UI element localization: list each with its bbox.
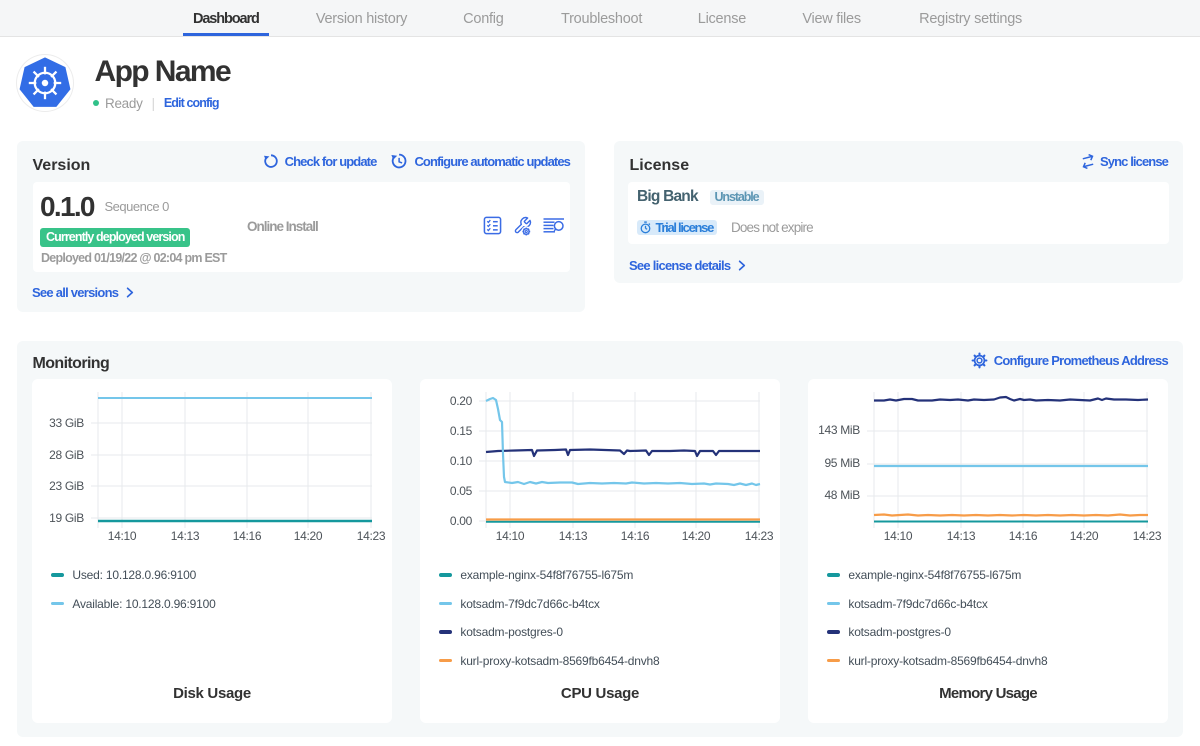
svg-text:33 GiB: 33 GiB: [49, 416, 84, 430]
svg-text:28 GiB: 28 GiB: [49, 448, 84, 462]
svg-text:14:10: 14:10: [496, 529, 525, 543]
svg-text:19 GiB: 19 GiB: [49, 511, 84, 525]
svg-text:143 MiB: 143 MiB: [818, 423, 860, 437]
svg-text:14:16: 14:16: [233, 529, 262, 543]
svg-text:14:23: 14:23: [1133, 529, 1161, 543]
svg-text:48 MiB: 48 MiB: [824, 488, 860, 502]
svg-text:14:10: 14:10: [108, 529, 137, 543]
svg-text:14:20: 14:20: [682, 529, 711, 543]
svg-text:23 GiB: 23 GiB: [49, 479, 84, 493]
svg-text:14:10: 14:10: [884, 529, 913, 543]
svg-text:14:23: 14:23: [357, 529, 385, 543]
svg-text:95 MiB: 95 MiB: [824, 456, 860, 470]
svg-text:14:13: 14:13: [947, 529, 976, 543]
svg-text:0.20: 0.20: [450, 394, 473, 408]
svg-text:0.10: 0.10: [450, 454, 473, 468]
svg-text:0.00: 0.00: [450, 514, 473, 528]
svg-text:0.15: 0.15: [450, 424, 473, 438]
svg-text:14:20: 14:20: [294, 529, 323, 543]
svg-text:0.05: 0.05: [450, 484, 473, 498]
svg-text:14:23: 14:23: [745, 529, 773, 543]
svg-text:14:13: 14:13: [559, 529, 588, 543]
svg-text:14:16: 14:16: [1009, 529, 1038, 543]
svg-text:14:13: 14:13: [171, 529, 200, 543]
svg-text:14:16: 14:16: [621, 529, 650, 543]
svg-text:14:20: 14:20: [1070, 529, 1099, 543]
